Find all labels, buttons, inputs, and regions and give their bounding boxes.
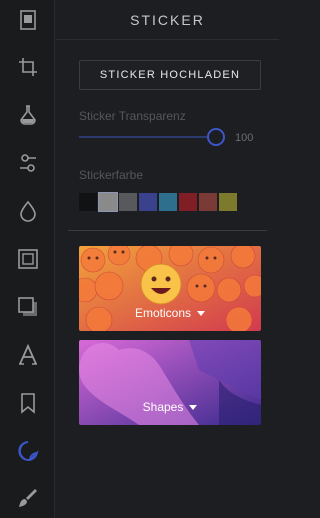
upload-sticker-button[interactable]: STICKER HOCHLADEN (79, 60, 261, 90)
chevron-down-icon (197, 310, 206, 316)
chevron-down-icon (189, 404, 198, 410)
category-shapes[interactable]: Shapes (79, 340, 261, 425)
panel-header: STICKER (56, 0, 279, 40)
tool-drop[interactable] (0, 191, 55, 231)
tool-frame[interactable] (0, 239, 55, 279)
tool-sidebar (0, 0, 55, 518)
shadow-square-icon (17, 297, 37, 316)
divider (68, 230, 267, 231)
tool-bookmark[interactable] (0, 383, 55, 423)
color-swatch[interactable] (199, 193, 217, 211)
color-swatch[interactable] (159, 193, 177, 211)
drop-icon (19, 200, 36, 222)
image-icon (19, 10, 36, 30)
tool-adjust[interactable] (0, 143, 55, 183)
shapes-label-row: Shapes (79, 400, 261, 414)
transparency-label: Sticker Transparenz (79, 109, 186, 123)
sticker-icon (17, 441, 39, 461)
transparency-slider[interactable] (79, 128, 225, 146)
text-icon (18, 344, 37, 365)
tool-image[interactable] (0, 0, 55, 40)
color-swatches (79, 192, 237, 212)
tool-sticker[interactable] (0, 431, 55, 471)
frame-icon (17, 249, 38, 269)
slider-knob[interactable] (207, 128, 225, 146)
tool-shadow[interactable] (0, 287, 55, 327)
color-swatch[interactable] (119, 193, 137, 211)
color-swatch[interactable] (219, 193, 237, 211)
slider-track (79, 136, 219, 138)
shapes-label: Shapes (142, 400, 184, 414)
color-label: Stickerfarbe (79, 168, 144, 182)
color-swatch[interactable] (79, 193, 97, 211)
color-swatch[interactable] (98, 192, 118, 212)
sticker-panel: STICKER STICKER HOCHLADEN Sticker Transp… (56, 0, 279, 518)
panel-title: STICKER (130, 11, 205, 28)
tool-text[interactable] (0, 335, 55, 375)
bookmark-icon (20, 393, 35, 414)
category-emoticons[interactable]: Emoticons (79, 246, 261, 331)
brush-icon (18, 489, 37, 507)
crop-icon (18, 58, 37, 76)
emoticons-label: Emoticons (134, 306, 192, 320)
transparency-value: 100 (235, 132, 254, 144)
color-swatch[interactable] (139, 193, 157, 211)
emoticons-label-row: Emoticons (79, 306, 261, 320)
flask-icon (19, 105, 36, 125)
tool-crop[interactable] (0, 47, 55, 87)
adjust-icon (19, 154, 36, 172)
color-swatch[interactable] (179, 193, 197, 211)
tool-brush[interactable] (0, 478, 55, 518)
tool-flask[interactable] (0, 95, 55, 135)
